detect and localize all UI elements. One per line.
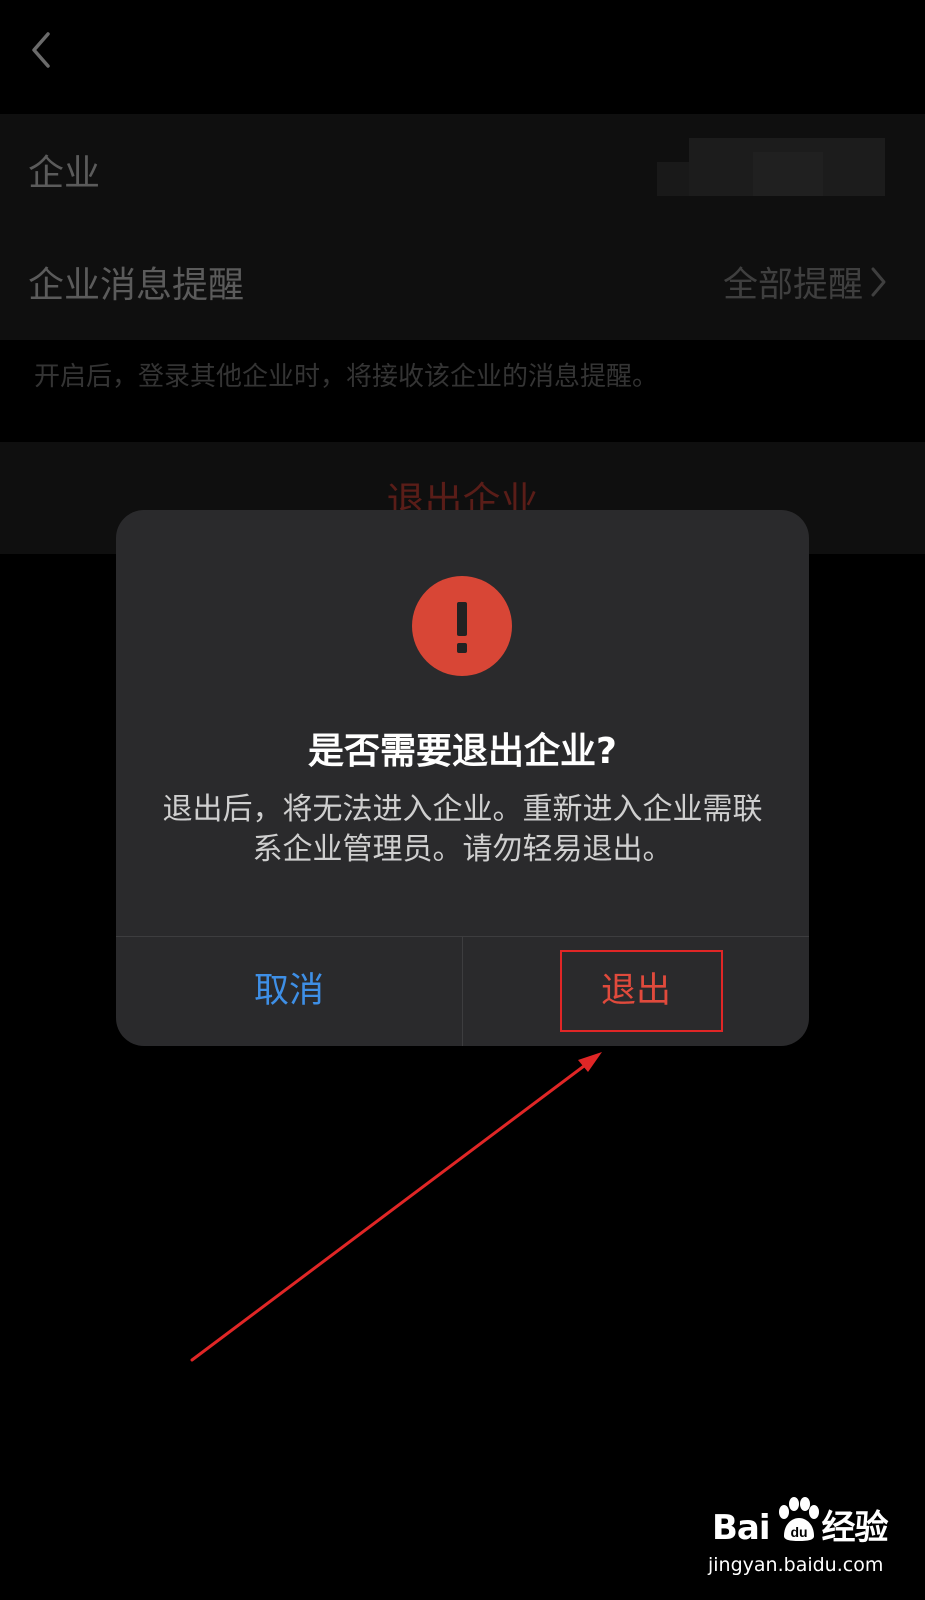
dialog-title: 是否需要退出企业? [308, 731, 617, 772]
company-row[interactable]: 企业 [0, 114, 925, 226]
alert-exclamation-icon [412, 576, 512, 676]
watermark-url: jingyan.baidu.com [708, 1554, 884, 1576]
settings-group: 企业 企业消息提醒 全部提醒 [0, 114, 925, 340]
dialog-message: 退出后，将无法进入企业。重新进入企业需联系企业管理员。请勿轻易退出。 [162, 792, 763, 867]
company-row-label: 企业 [28, 153, 101, 194]
company-name-redacted [657, 138, 885, 198]
notify-row-value: 全部提醒 [722, 265, 863, 306]
notify-hint-text: 开启后，登录其他企业时，将接收该企业的消息提醒。 [34, 362, 659, 392]
chevron-left-icon [32, 32, 50, 68]
notify-row-label: 企业消息提醒 [28, 265, 245, 306]
baidu-jingyan-watermark: Bai 经验 du jingyan.baidu.com [708, 1496, 918, 1586]
annotation-highlight-box [560, 950, 723, 1032]
svg-text:du: du [790, 1524, 807, 1540]
chevron-right-icon [871, 267, 886, 297]
cancel-button[interactable]: 取消 [116, 937, 462, 1046]
notify-row[interactable]: 企业消息提醒 全部提醒 [0, 226, 925, 338]
nav-bar [0, 0, 925, 112]
back-button[interactable] [18, 24, 68, 80]
paw-icon: du [779, 1497, 819, 1541]
